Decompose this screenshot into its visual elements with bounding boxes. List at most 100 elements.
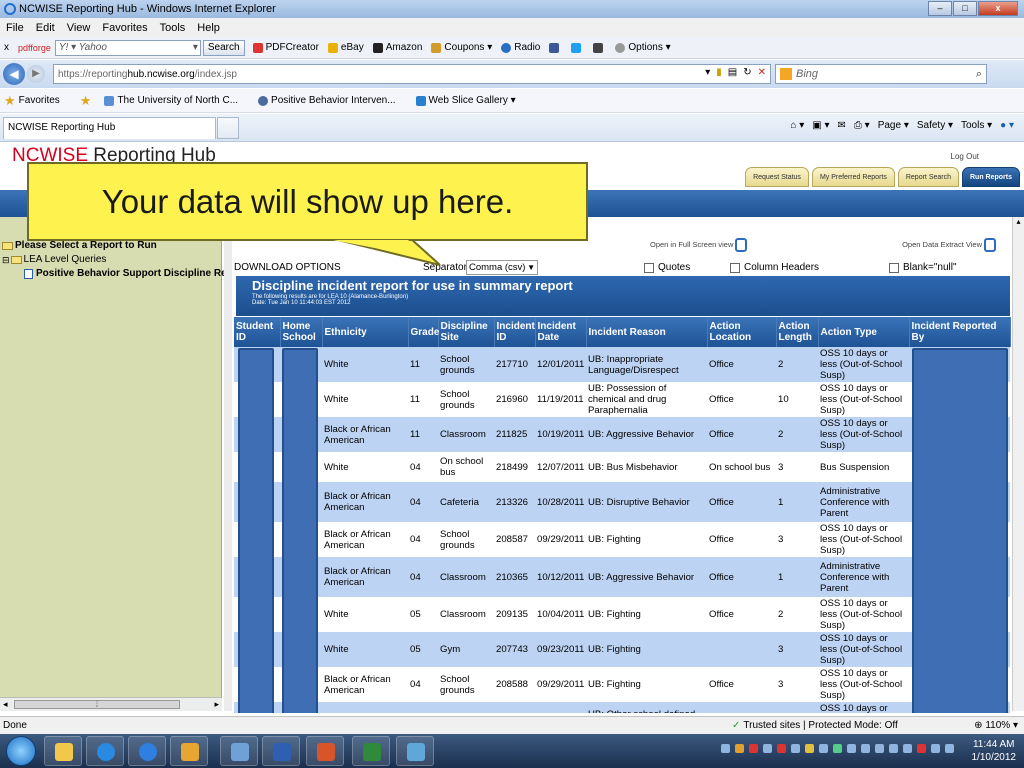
tray-icon[interactable] [763, 744, 772, 753]
stop-icon[interactable]: ✕ [758, 67, 766, 78]
tools-menu[interactable]: Tools ▾ [961, 120, 992, 131]
security-zone[interactable]: ✓ Trusted sites | Protected Mode: Off [732, 720, 898, 731]
chevron-down-icon[interactable]: ▾ [193, 41, 198, 55]
scroll-right-icon[interactable]: ▸ [214, 699, 219, 710]
refresh-icon[interactable]: ↻ [743, 67, 751, 78]
tray-icon[interactable] [805, 744, 814, 753]
table-row[interactable]: Black or African American 04 Classroom 2103… [234, 557, 1010, 597]
taskbar-media-player[interactable] [86, 736, 124, 766]
menu-view[interactable]: View [67, 22, 91, 34]
tray-icon[interactable] [735, 744, 744, 753]
column-header[interactable]: Action Location [707, 317, 777, 347]
table-row[interactable]: White04Classroom21558311/14/2011UB: Othe… [234, 702, 1010, 713]
amazon-button[interactable]: Amazon [372, 42, 422, 53]
column-header[interactable]: Grade [408, 317, 439, 347]
page-menu[interactable]: Page ▾ [878, 120, 909, 131]
tray-icon[interactable] [903, 744, 912, 753]
pdfforge-logo[interactable]: pdfforge [18, 43, 51, 53]
table-row[interactable]: White 05 Gym 207743 09/23/2011 UB: Fighting 3 O… [234, 632, 1010, 667]
facebook-button[interactable] [549, 42, 562, 53]
zoom-control[interactable]: ⊕ 110% ▾ [974, 720, 1018, 731]
tab-ncwise[interactable]: NCWISE Reporting Hub [3, 117, 216, 139]
table-row[interactable]: White 04 On school bus 218499 12/07/2011 UB: … [234, 452, 1010, 482]
forward-button[interactable]: ▶ [27, 65, 45, 83]
taskbar-powerpoint[interactable] [306, 736, 344, 766]
safety-menu[interactable]: Safety ▾ [917, 120, 953, 131]
lock-icon[interactable]: ▮ [716, 67, 722, 78]
table-row[interactable]: Black or African American 04 School ground… [234, 522, 1010, 557]
open-data-extract-link[interactable]: Open Data Extract View [902, 238, 996, 252]
toolbar-app-button[interactable] [593, 42, 606, 53]
coupons-button[interactable]: Coupons ▾ [431, 42, 492, 53]
tray-icon[interactable] [833, 744, 842, 753]
chevron-down-icon[interactable]: ▾ [705, 67, 710, 78]
url-input[interactable]: https://reportinghub.ncwise.org/index.js… [53, 64, 771, 84]
tree-report-item[interactable]: Positive Behavior Support Discipline Re [2, 267, 227, 281]
tray-icon[interactable] [791, 744, 800, 753]
taskbar-outlook[interactable] [170, 736, 208, 766]
bing-search-input[interactable]: Bing ⌕ [775, 64, 987, 84]
table-row[interactable]: Black or African American 04 School ground… [234, 667, 1010, 702]
tab-report-search[interactable]: Report Search [897, 167, 959, 187]
column-header[interactable]: Incident ID [494, 317, 536, 347]
taskbar-explorer[interactable] [44, 736, 82, 766]
start-button[interactable] [6, 736, 36, 766]
add-favorite-button[interactable]: ★ [80, 93, 95, 109]
tray-icon[interactable] [861, 744, 870, 753]
web-slice-gallery[interactable]: Web Slice Gallery ▾ [415, 95, 526, 106]
table-row[interactable]: Black or African American 04 Cafeteria 2133… [234, 482, 1010, 522]
favorites-button[interactable]: ★ Favorites [4, 93, 70, 109]
home-icon[interactable]: ⌂ ▾ [790, 120, 804, 131]
scroll-left-icon[interactable]: ◂ [3, 699, 8, 710]
column-header[interactable]: Home School [280, 317, 323, 347]
quotes-checkbox[interactable]: Quotes [644, 262, 690, 273]
column-header[interactable]: Action Length [776, 317, 819, 347]
menu-help[interactable]: Help [197, 22, 220, 34]
collapse-icon[interactable]: ⊟ [2, 253, 10, 267]
column-header[interactable]: Incident Reason [586, 317, 708, 347]
tab-my-preferred-reports[interactable]: My Preferred Reports [811, 167, 895, 187]
checkbox-box[interactable] [730, 262, 740, 273]
blank-null-checkbox[interactable]: Blank="null" [889, 262, 957, 273]
column-header[interactable]: Action Type [818, 317, 910, 347]
tray-icon[interactable] [917, 744, 926, 753]
twitter-button[interactable] [571, 42, 584, 53]
close-window-button[interactable]: x [978, 1, 1018, 16]
checkbox-box[interactable] [644, 262, 654, 273]
taskbar-internet-explorer[interactable] [128, 736, 166, 766]
tray-icon[interactable] [889, 744, 898, 753]
close-toolbar-icon[interactable]: x [4, 42, 14, 53]
tray-icon[interactable] [749, 744, 758, 753]
volume-icon[interactable] [945, 744, 954, 753]
taskbar-app[interactable] [220, 736, 258, 766]
column-header[interactable]: Ethnicity [322, 317, 409, 347]
fav-link-unc[interactable]: The University of North C... [104, 95, 248, 106]
checkbox-box[interactable] [889, 262, 899, 273]
logout-link[interactable]: Log Out [951, 152, 979, 161]
taskbar-excel[interactable] [352, 736, 390, 766]
search-icon[interactable]: ⌕ [976, 68, 982, 81]
tree-root[interactable]: Please Select a Report to Run [2, 239, 227, 253]
tree-horizontal-scrollbar[interactable]: ◂ ⦙ ▸ [0, 697, 222, 711]
tray-icon[interactable] [819, 744, 828, 753]
taskbar-picture-viewer[interactable] [396, 736, 434, 766]
options-button[interactable]: Options ▾ [615, 42, 671, 53]
menu-edit[interactable]: Edit [36, 22, 55, 34]
scrollbar-thumb[interactable]: ⦙ [14, 700, 180, 709]
tab-run-reports[interactable]: Run Reports [962, 167, 1020, 187]
tray-icon[interactable] [847, 744, 856, 753]
pdfcreator-button[interactable]: PDFCreator [252, 42, 319, 53]
help-icon[interactable]: ● ▾ [1000, 120, 1014, 131]
tree-group[interactable]: ⊟ LEA Level Queries [2, 253, 227, 267]
back-button[interactable]: ◀ [3, 63, 25, 85]
tray-icon[interactable] [721, 744, 730, 753]
minimize-button[interactable]: – [928, 1, 952, 16]
table-row[interactable]: Black or African American 11 Classroom 2118… [234, 417, 1010, 452]
network-icon[interactable] [931, 744, 940, 753]
yahoo-search-input[interactable]: Y! ▾ Yahoo ▾ [54, 39, 201, 56]
compat-view-icon[interactable]: ▤ [728, 67, 737, 78]
panel-splitter[interactable] [224, 217, 232, 711]
table-row[interactable]: White 05 Classroom 209135 10/04/2011 UB: Figh… [234, 597, 1010, 632]
separator-select[interactable]: Comma (csv) ▼ [466, 260, 538, 275]
chevron-down-icon[interactable]: ▼ [527, 261, 535, 274]
